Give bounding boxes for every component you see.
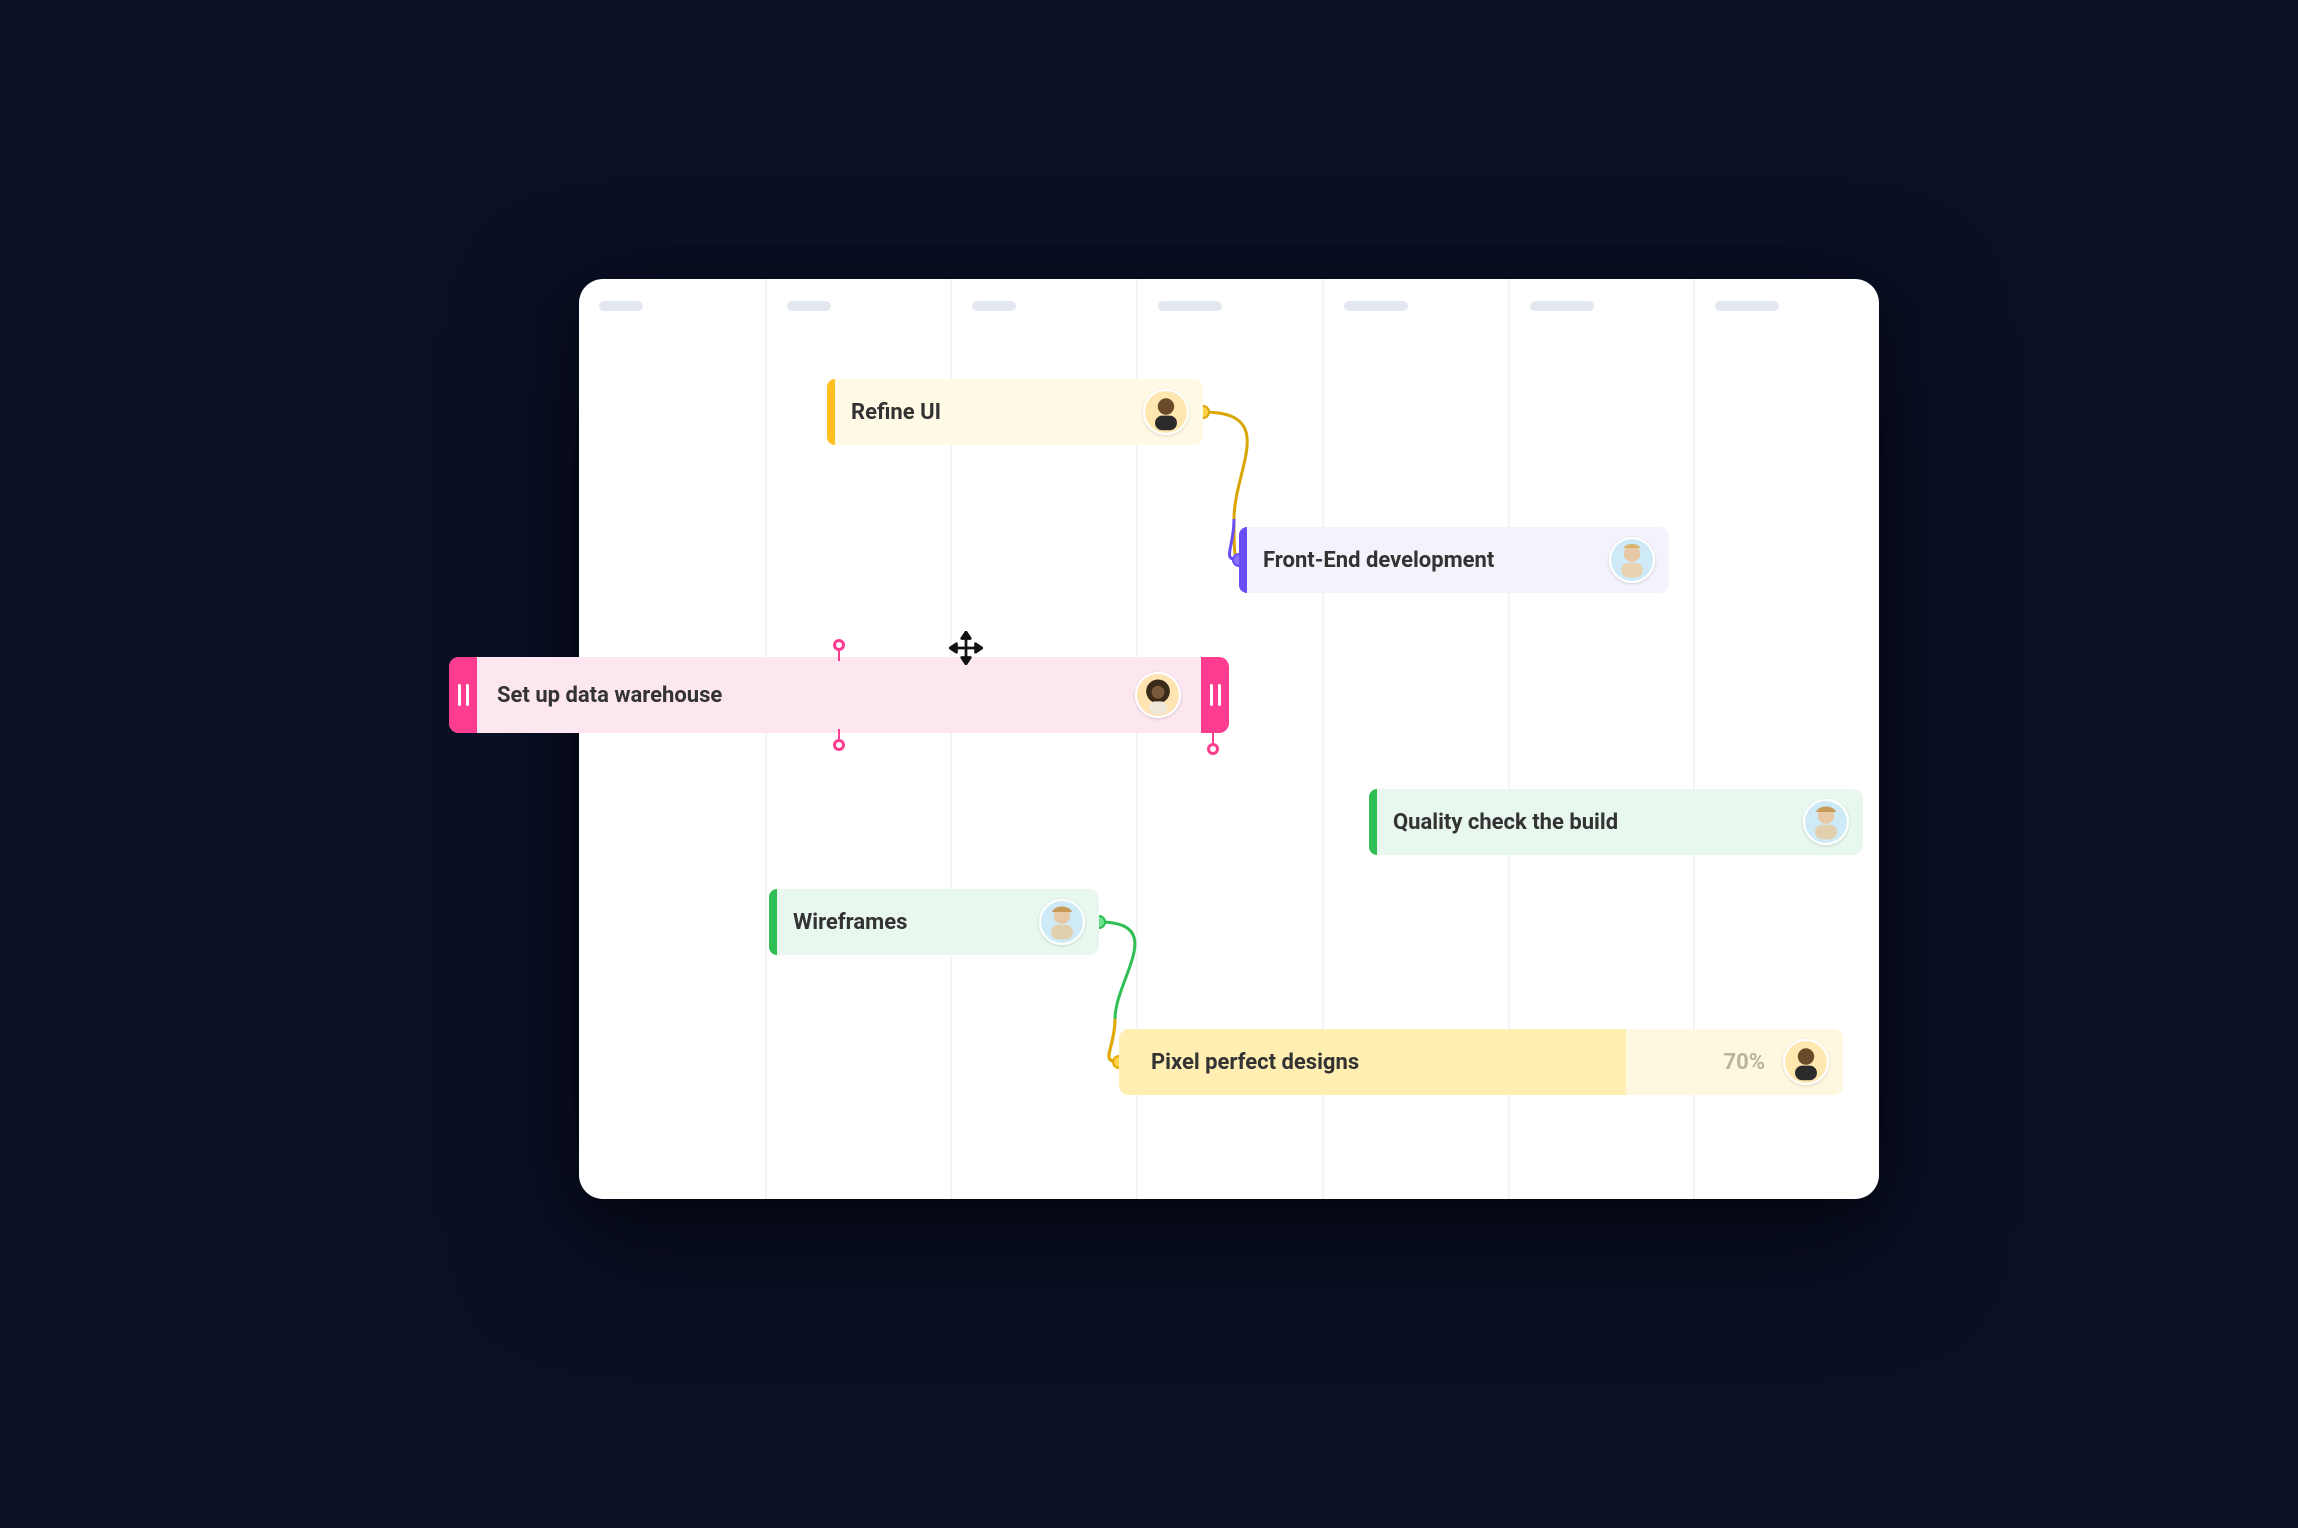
task-pixel-perfect-designs[interactable]: Pixel perfect designs 70% — [1119, 1029, 1843, 1095]
column-header-placeholder — [1158, 301, 1222, 311]
gantt-stage: Refine UI Front-End development Set up d… — [419, 279, 1879, 1249]
dependency-node-end[interactable] — [1207, 743, 1219, 755]
task-quality-check-the-build[interactable]: Quality check the build — [1369, 789, 1863, 855]
assignee-avatar[interactable] — [1039, 899, 1085, 945]
dependency-node-top[interactable] — [833, 639, 845, 651]
task-refine-ui[interactable]: Refine UI — [827, 379, 1203, 445]
task-wireframes[interactable]: Wireframes — [769, 889, 1099, 955]
assignee-avatar[interactable] — [1143, 389, 1189, 435]
column-header-placeholder — [1344, 301, 1408, 311]
assignee-avatar[interactable] — [1803, 799, 1849, 845]
task-front-end-development[interactable]: Front-End development — [1239, 527, 1669, 593]
task-set-up-data-warehouse[interactable]: Set up data warehouse — [449, 657, 1229, 733]
assignee-avatar[interactable] — [1783, 1039, 1829, 1085]
dependency-node-bottom[interactable] — [833, 739, 845, 751]
assignee-avatar[interactable] — [1609, 537, 1655, 583]
task-accent — [769, 889, 777, 955]
resize-handle-left[interactable] — [449, 657, 477, 733]
column-header-placeholder — [1715, 301, 1779, 311]
task-label: Front-End development — [1257, 548, 1609, 573]
task-accent — [1239, 527, 1247, 593]
column-header-placeholder — [1530, 301, 1594, 311]
assignee-avatar[interactable] — [1135, 672, 1181, 718]
column-header-placeholder — [599, 301, 643, 311]
task-accent — [827, 379, 835, 445]
task-accent — [1369, 789, 1377, 855]
task-progress-label: 70% — [1705, 1050, 1783, 1075]
task-label: Quality check the build — [1387, 810, 1803, 835]
gantt-board[interactable]: Refine UI Front-End development Set up d… — [579, 279, 1879, 1199]
timeline-column — [579, 279, 765, 1199]
task-label: Pixel perfect designs — [1145, 1050, 1705, 1075]
column-header-placeholder — [972, 301, 1016, 311]
column-header-placeholder — [787, 301, 831, 311]
task-label: Set up data warehouse — [467, 683, 1135, 708]
task-label: Refine UI — [845, 400, 1143, 425]
task-label: Wireframes — [787, 910, 1039, 935]
resize-handle-right[interactable] — [1201, 657, 1229, 733]
